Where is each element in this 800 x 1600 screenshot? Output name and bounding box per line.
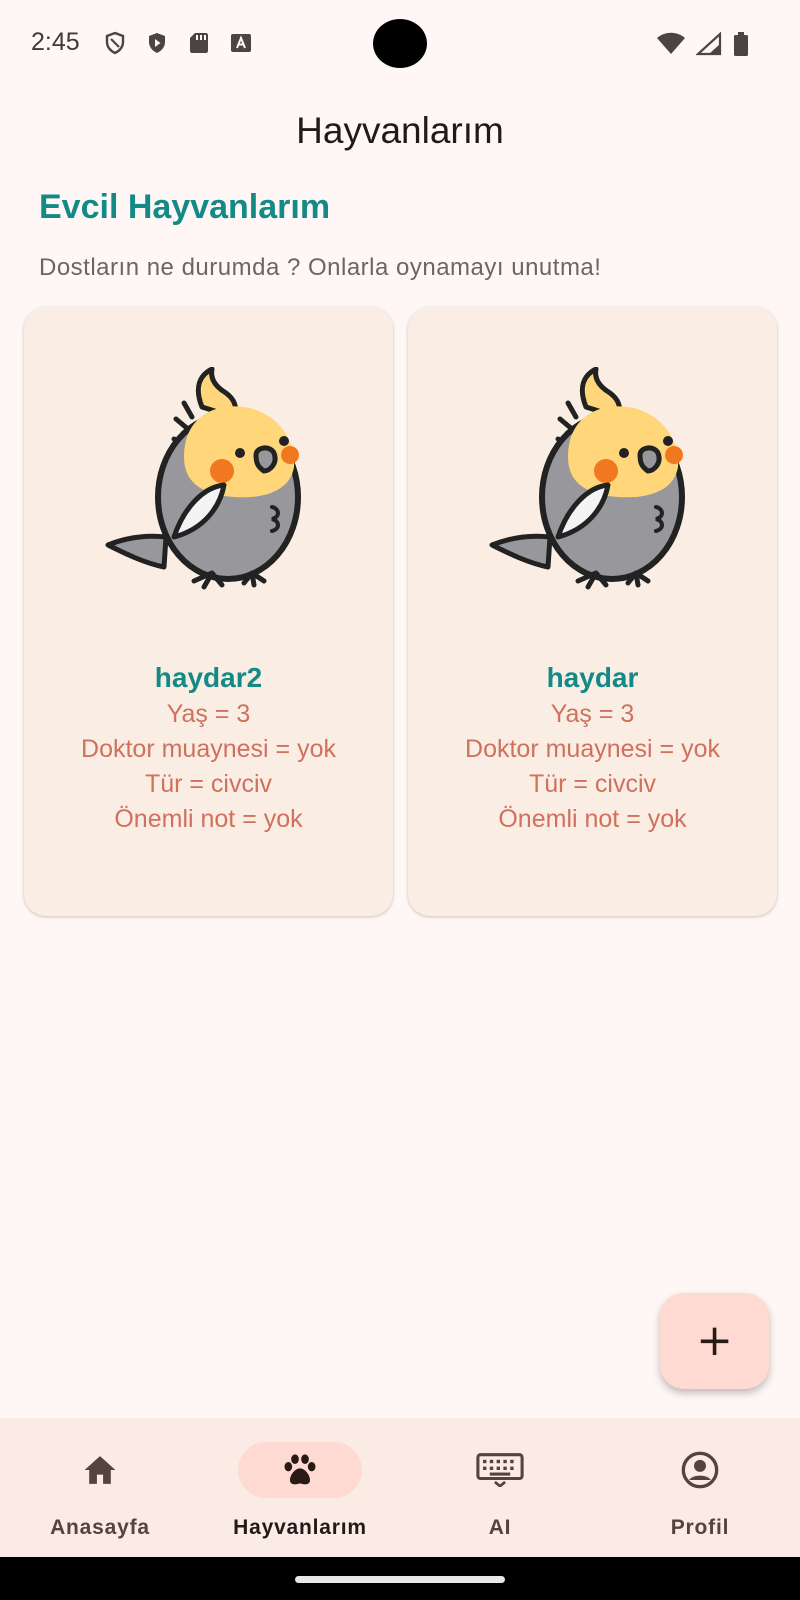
status-bar: 2:45 — [0, 0, 800, 90]
pet-info: haydar2 Yaş = 3 Doktor muaynesi = yok Tü… — [24, 659, 393, 837]
nav-indicator — [438, 1442, 562, 1498]
home-gesture-handle[interactable] — [295, 1576, 505, 1583]
nav-item-profile[interactable]: Profil — [600, 1418, 800, 1557]
status-icons-right — [656, 31, 750, 61]
paw-icon — [284, 1454, 316, 1485]
pet-age: Yaş = 3 — [550, 700, 635, 728]
pet-note: Önemli not = yok — [498, 805, 687, 833]
cockatiel-illustration — [105, 367, 301, 590]
nav-indicator — [38, 1442, 162, 1498]
shield-outline-icon — [103, 31, 127, 55]
battery-icon — [732, 31, 750, 61]
nav-item-pets[interactable]: Hayvanlarım — [200, 1418, 400, 1557]
pet-card[interactable]: haydar Yaş = 3 Doktor muaynesi = yok Tür… — [408, 307, 777, 916]
bottom-navigation: Anasayfa Hayvanlarım AI Profil — [0, 1418, 800, 1557]
nav-label: AI — [488, 1516, 512, 1539]
status-time: 2:45 — [31, 28, 80, 56]
pet-name: haydar2 — [154, 662, 263, 693]
nav-item-ai[interactable]: AI — [400, 1418, 600, 1557]
pet-doctor-checkup: Doktor muaynesi = yok — [465, 735, 720, 763]
pet-age: Yaş = 3 — [166, 700, 251, 728]
pet-card[interactable]: haydar2 Yaş = 3 Doktor muaynesi = yok Tü… — [24, 307, 393, 916]
nav-item-home[interactable]: Anasayfa — [0, 1418, 200, 1557]
pet-info: haydar Yaş = 3 Doktor muaynesi = yok Tür… — [408, 659, 777, 837]
camera-cutout — [373, 19, 427, 68]
status-icons-left — [103, 31, 253, 55]
play-shield-icon — [145, 31, 169, 55]
sd-card-icon — [187, 31, 211, 55]
pet-type: Tür = civciv — [144, 770, 273, 798]
plus-icon: + — [696, 1315, 733, 1366]
section-subtitle: Dostların ne durumda ? Onlarla oynamayı … — [39, 254, 602, 281]
pet-type: Tür = civciv — [528, 770, 657, 798]
pet-name: haydar — [546, 662, 639, 693]
nav-label: Anasayfa — [50, 1516, 150, 1539]
wifi-icon — [656, 32, 686, 60]
cellular-signal-icon — [695, 31, 722, 60]
nav-indicator — [238, 1442, 362, 1498]
keyboard-icon — [476, 1453, 524, 1487]
pet-doctor-checkup: Doktor muaynesi = yok — [81, 735, 336, 763]
nav-label: Hayvanlarım — [233, 1516, 367, 1539]
cockatiel-illustration — [489, 367, 685, 590]
pet-note: Önemli not = yok — [114, 805, 303, 833]
nav-indicator — [638, 1442, 762, 1498]
text-a-icon — [229, 31, 253, 55]
home-icon — [84, 1456, 116, 1484]
section-title: Evcil Hayvanlarım — [39, 188, 331, 226]
nav-label: Profil — [670, 1516, 730, 1539]
page-title: Hayvanlarım — [296, 110, 504, 151]
account-circle-icon — [681, 1451, 719, 1489]
add-pet-button[interactable]: + — [660, 1293, 769, 1389]
